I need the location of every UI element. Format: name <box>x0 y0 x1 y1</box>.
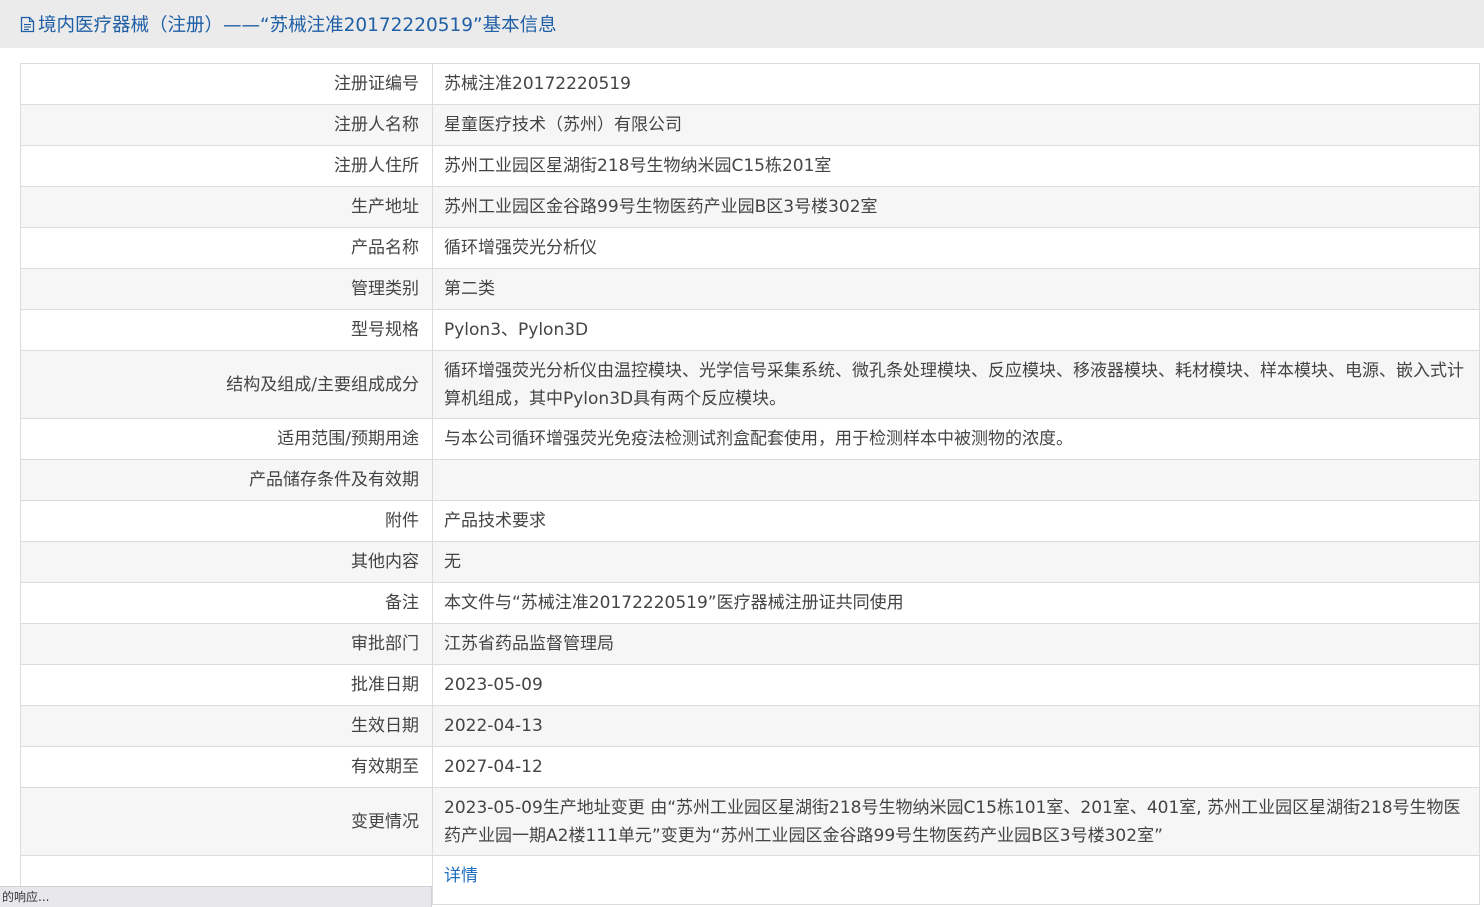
row-label: 注册人住所 <box>20 145 433 187</box>
row-label: 注册证编号 <box>20 63 433 105</box>
table-row: 注册证编号 苏械注准20172220519 <box>20 63 1480 105</box>
table-row: 批准日期 2023-05-09 <box>20 664 1480 706</box>
row-label: 变更情况 <box>20 787 433 856</box>
table-row: 备注 本文件与“苏械注准20172220519”医疗器械注册证共同使用 <box>20 582 1480 624</box>
table-row: 产品名称 循环增强荧光分析仪 <box>20 227 1480 269</box>
page-title: 境内医疗器械（注册）——“苏械注准20172220519”基本信息 <box>38 15 557 36</box>
row-value: 与本公司循环增强荧光免疫法检测试剂盒配套使用，用于检测样本中被测物的浓度。 <box>432 418 1480 460</box>
table-row: 型号规格 Pylon3、Pylon3D <box>20 309 1480 351</box>
row-label: 备注 <box>20 582 433 624</box>
row-value: 苏州工业园区金谷路99号生物医药产业园B区3号楼302室 <box>432 186 1480 228</box>
row-value: 循环增强荧光分析仪由温控模块、光学信号采集系统、微孔条处理模块、反应模块、移液器… <box>432 350 1480 419</box>
row-label: 注册人名称 <box>20 104 433 146</box>
row-value: 2027-04-12 <box>432 746 1480 788</box>
table-row: 变更情况 2023-05-09生产地址变更 由“苏州工业园区星湖街218号生物纳… <box>20 787 1480 856</box>
table-row: 产品储存条件及有效期 <box>20 459 1480 501</box>
row-label: 附件 <box>20 500 433 542</box>
table-row: 其他内容 无 <box>20 541 1480 583</box>
table-row: 附件 产品技术要求 <box>20 500 1480 542</box>
row-label: 审批部门 <box>20 623 433 665</box>
row-value: 产品技术要求 <box>432 500 1480 542</box>
details-link[interactable]: 详情 <box>444 866 478 886</box>
table-row: 生效日期 2022-04-13 <box>20 705 1480 747</box>
row-value: 无 <box>432 541 1480 583</box>
table-row: 注册人住所 苏州工业园区星湖街218号生物纳米园C15栋201室 <box>20 145 1480 187</box>
row-label: 型号规格 <box>20 309 433 351</box>
row-value: 第二类 <box>432 268 1480 310</box>
document-icon <box>20 16 35 32</box>
row-value: 星童医疗技术（苏州）有限公司 <box>432 104 1480 146</box>
row-value: 2022-04-13 <box>432 705 1480 747</box>
row-label: 有效期至 <box>20 746 433 788</box>
row-value: 苏州工业园区星湖街218号生物纳米园C15栋201室 <box>432 145 1480 187</box>
row-label: 产品名称 <box>20 227 433 269</box>
row-value: 江苏省药品监督管理局 <box>432 623 1480 665</box>
row-label: 适用范围/预期用途 <box>20 418 433 460</box>
row-label: 管理类别 <box>20 268 433 310</box>
row-label: 生效日期 <box>20 705 433 747</box>
row-label: 结构及组成/主要组成成分 <box>20 350 433 419</box>
info-table-container: 注册证编号 苏械注准20172220519 注册人名称 星童医疗技术（苏州）有限… <box>20 63 1480 905</box>
table-row: 管理类别 第二类 <box>20 268 1480 310</box>
table-row: 有效期至 2027-04-12 <box>20 746 1480 788</box>
info-table: 注册证编号 苏械注准20172220519 注册人名称 星童医疗技术（苏州）有限… <box>20 63 1480 905</box>
row-label: 生产地址 <box>20 186 433 228</box>
table-row: 适用范围/预期用途 与本公司循环增强荧光免疫法检测试剂盒配套使用，用于检测样本中… <box>20 418 1480 460</box>
row-value <box>432 459 1480 501</box>
row-value: 2023-05-09 <box>432 664 1480 706</box>
table-row: 生产地址 苏州工业园区金谷路99号生物医药产业园B区3号楼302室 <box>20 186 1480 228</box>
row-value: 本文件与“苏械注准20172220519”医疗器械注册证共同使用 <box>432 582 1480 624</box>
row-value: 循环增强荧光分析仪 <box>432 227 1480 269</box>
row-value: 苏械注准20172220519 <box>432 63 1480 105</box>
row-value: Pylon3、Pylon3D <box>432 309 1480 351</box>
table-row: 结构及组成/主要组成成分 循环增强荧光分析仪由温控模块、光学信号采集系统、微孔条… <box>20 350 1480 419</box>
row-value: 2023-05-09生产地址变更 由“苏州工业园区星湖街218号生物纳米园C15… <box>432 787 1480 856</box>
row-label: 产品储存条件及有效期 <box>20 459 433 501</box>
row-label: 其他内容 <box>20 541 433 583</box>
table-row: 审批部门 江苏省药品监督管理局 <box>20 623 1480 665</box>
row-value: 详情 <box>432 855 1480 905</box>
browser-status-bar: 的响应... <box>0 886 432 907</box>
table-row: 注册人名称 星童医疗技术（苏州）有限公司 <box>20 104 1480 146</box>
page-header: 境内医疗器械（注册）——“苏械注准20172220519”基本信息 <box>0 0 1484 48</box>
row-label: 批准日期 <box>20 664 433 706</box>
